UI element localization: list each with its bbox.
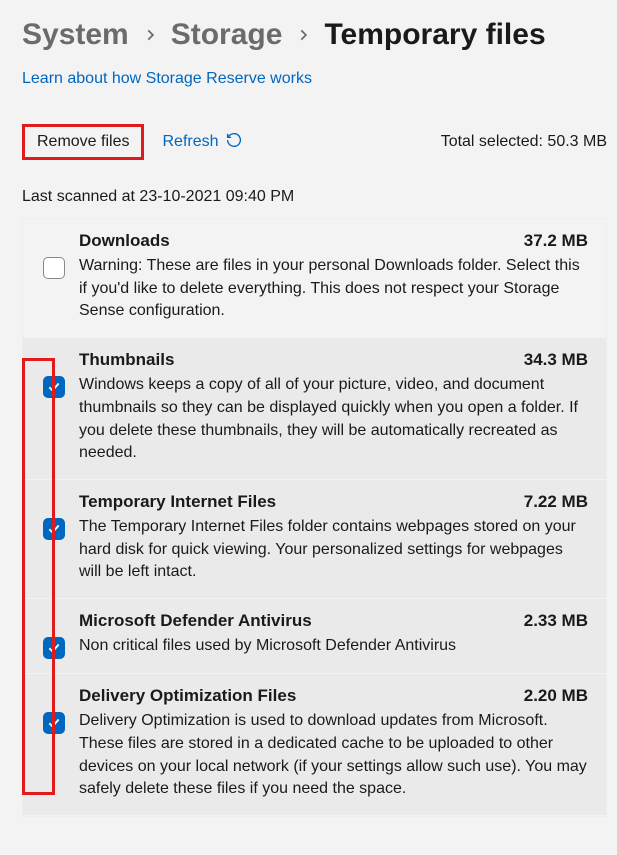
- breadcrumb: System Storage Temporary files: [22, 18, 607, 52]
- item-title: Delivery Optimization Files: [79, 686, 296, 706]
- remove-files-button[interactable]: Remove files: [22, 124, 144, 160]
- item-size: 34.3 MB: [524, 350, 588, 370]
- breadcrumb-storage[interactable]: Storage: [171, 18, 283, 52]
- item-description: Windows keeps a copy of all of your pict…: [79, 374, 588, 465]
- list-item[interactable]: Microsoft Defender Antivirus 2.33 MB Non c…: [23, 599, 606, 674]
- item-size: 7.22 MB: [524, 492, 588, 512]
- item-title: Downloads: [79, 231, 170, 251]
- item-checkbox[interactable]: [43, 376, 65, 398]
- item-description: Delivery Optimization is used to downloa…: [79, 710, 588, 801]
- last-scanned-label: Last scanned at 23-10-2021 09:40 PM: [22, 188, 607, 206]
- list-item[interactable]: Downloads 37.2 MB Warning: These are files…: [23, 219, 606, 338]
- list-item[interactable]: Temporary Internet Files 7.22 MB The Tempo…: [23, 480, 606, 599]
- chevron-right-icon: [296, 28, 310, 42]
- chevron-right-icon: [143, 28, 157, 42]
- item-size: 37.2 MB: [524, 231, 588, 251]
- item-size: 2.20 MB: [524, 686, 588, 706]
- item-size: 2.33 MB: [524, 611, 588, 631]
- refresh-button[interactable]: Refresh: [162, 131, 242, 154]
- temp-files-list: Downloads 37.2 MB Warning: These are files…: [22, 218, 607, 817]
- item-description: Non critical files used by Microsoft Def…: [79, 635, 588, 658]
- refresh-label: Refresh: [162, 133, 218, 151]
- breadcrumb-temporary-files: Temporary files: [324, 18, 545, 52]
- item-title: Temporary Internet Files: [79, 492, 276, 512]
- refresh-icon: [225, 131, 243, 154]
- total-selected-label: Total selected: 50.3 MB: [441, 133, 607, 151]
- item-description: Warning: These are files in your persona…: [79, 255, 588, 323]
- item-checkbox[interactable]: [43, 712, 65, 734]
- item-checkbox[interactable]: [43, 637, 65, 659]
- item-description: The Temporary Internet Files folder cont…: [79, 516, 588, 584]
- list-item[interactable]: Thumbnails 34.3 MB Windows keeps a copy of…: [23, 338, 606, 480]
- item-title: Microsoft Defender Antivirus: [79, 611, 312, 631]
- item-title: Thumbnails: [79, 350, 174, 370]
- learn-about-storage-reserve-link[interactable]: Learn about how Storage Reserve works: [22, 70, 312, 88]
- breadcrumb-system[interactable]: System: [22, 18, 129, 52]
- item-checkbox[interactable]: [43, 257, 65, 279]
- item-checkbox[interactable]: [43, 518, 65, 540]
- list-item[interactable]: Delivery Optimization Files 2.20 MB Delive…: [23, 674, 606, 816]
